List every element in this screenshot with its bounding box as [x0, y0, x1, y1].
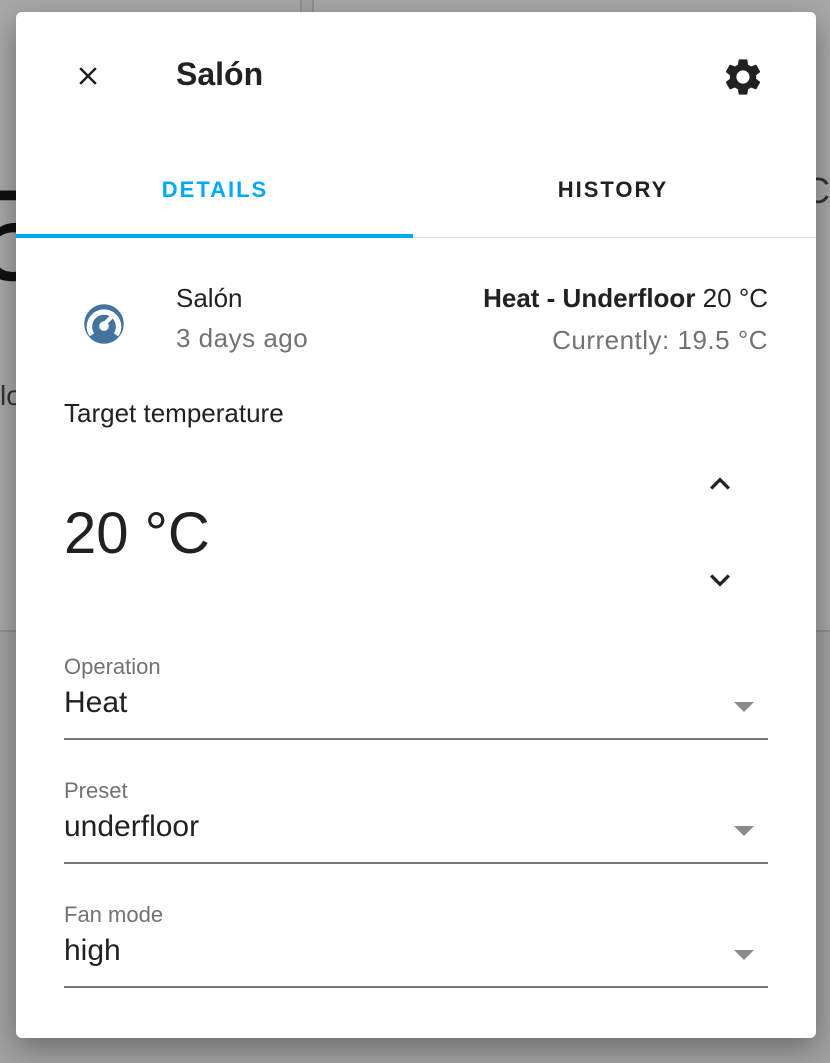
state-target: 20 °C: [702, 283, 768, 313]
increase-temperature-button[interactable]: [692, 456, 748, 512]
field-underline: [64, 862, 768, 864]
fan-mode-value: high: [64, 934, 121, 967]
thermostat-icon: [84, 304, 124, 344]
dropdown-arrow-icon: [734, 702, 754, 712]
close-button[interactable]: [66, 54, 110, 98]
dialog-header: Salón: [16, 12, 816, 142]
operation-select[interactable]: Operation Heat: [64, 654, 768, 740]
current-temperature: Currently: 19.5 °C: [552, 325, 768, 355]
tab-history[interactable]: HISTORY: [414, 142, 812, 237]
preset-value: underfloor: [64, 810, 200, 843]
last-changed-time: 3 days ago: [176, 323, 309, 353]
entity-name: Salón: [176, 283, 243, 313]
more-info-dialog: Salón DETAILS HISTORY Salón 3 days ago H…: [16, 12, 816, 1038]
gear-icon: [725, 59, 761, 95]
decrease-temperature-button[interactable]: [692, 552, 748, 608]
dialog-title: Salón: [176, 56, 264, 92]
tab-bar: DETAILS HISTORY: [16, 142, 816, 238]
operation-label: Operation: [64, 654, 161, 679]
fan-mode-select[interactable]: Fan mode high: [64, 902, 768, 988]
entity-state: Heat - Underfloor 20 °C: [483, 283, 768, 314]
chevron-down-icon: [710, 574, 730, 587]
close-icon: [79, 67, 97, 85]
dropdown-arrow-icon: [734, 826, 754, 836]
preset-label: Preset: [64, 778, 128, 803]
fan-mode-label: Fan mode: [64, 902, 164, 927]
target-temperature-label: Target temperature: [64, 398, 284, 428]
target-temperature-value: 20 °C: [64, 501, 210, 566]
operation-value: Heat: [64, 686, 128, 719]
preset-select[interactable]: Preset underfloor: [64, 778, 768, 864]
chevron-up-icon: [710, 477, 730, 490]
active-tab-indicator: [16, 234, 413, 238]
tab-details[interactable]: DETAILS: [16, 142, 414, 237]
field-underline: [64, 986, 768, 988]
field-underline: [64, 738, 768, 740]
settings-button[interactable]: [718, 52, 768, 102]
entity-state-row: Salón 3 days ago Heat - Underfloor 20 °C…: [16, 277, 816, 367]
dropdown-arrow-icon: [734, 950, 754, 960]
state-mode: Heat - Underfloor: [483, 283, 696, 313]
